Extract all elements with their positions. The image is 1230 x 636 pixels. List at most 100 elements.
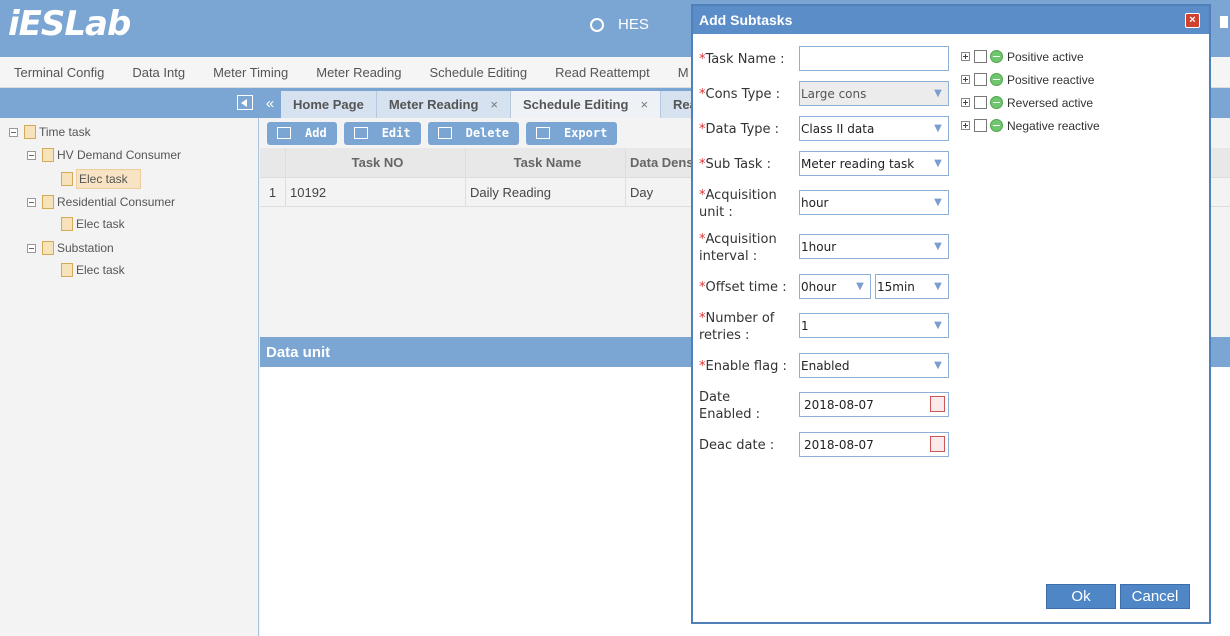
chevron-down-icon[interactable]: ▼ xyxy=(929,83,947,104)
enable-flag-label: *Enable flag : xyxy=(699,359,787,374)
data-type-select[interactable]: Class II data ▼ xyxy=(799,116,949,141)
globe-icon xyxy=(590,17,604,32)
folder-icon xyxy=(24,125,36,139)
enable-flag-row: *Enable flag : xyxy=(699,358,799,375)
acq-unit-label: *Acquisition unit : xyxy=(699,188,777,220)
checkbox[interactable] xyxy=(974,96,987,109)
retries-select[interactable]: 1 ▼ xyxy=(799,313,949,338)
add-button[interactable]: Add xyxy=(267,121,337,145)
collapse-icon[interactable] xyxy=(27,150,36,160)
delete-button[interactable]: Delete xyxy=(427,121,519,145)
column-data-density[interactable]: Data Dens xyxy=(626,148,696,177)
menu-terminal-config[interactable]: Terminal Config xyxy=(14,65,104,80)
column-task-no[interactable]: Task NO xyxy=(286,148,466,177)
offset-hour-select[interactable]: 0hour ▼ xyxy=(799,274,871,299)
menu-schedule-editing[interactable]: Schedule Editing xyxy=(430,65,528,80)
checkbox[interactable] xyxy=(974,119,987,132)
tab-meter-reading[interactable]: Meter Reading × xyxy=(376,91,511,118)
tree-group-residential[interactable]: Residential Consumer xyxy=(27,195,175,209)
acq-unit-select[interactable]: hour ▼ xyxy=(799,190,949,215)
checkbox[interactable] xyxy=(974,50,987,63)
expand-icon[interactable] xyxy=(961,121,970,130)
close-tab-icon[interactable]: × xyxy=(490,97,498,112)
dialog-title-bar: Add Subtasks × xyxy=(693,6,1209,34)
menu-meter-reading[interactable]: Meter Reading xyxy=(316,65,401,80)
calendar-icon[interactable] xyxy=(930,396,945,412)
chevron-down-icon[interactable]: ▼ xyxy=(929,192,947,213)
offset-min-select[interactable]: 15min ▼ xyxy=(875,274,949,299)
acq-interval-select[interactable]: 1hour ▼ xyxy=(799,234,949,259)
data-type-row: *Data Type : xyxy=(699,121,799,138)
export-icon xyxy=(535,127,550,139)
tree-item-elec-task[interactable]: Elec task xyxy=(61,217,125,231)
calendar-icon[interactable] xyxy=(930,436,945,452)
dialog-title: Add Subtasks xyxy=(699,12,793,28)
menu-meter-timing[interactable]: Meter Timing xyxy=(213,65,288,80)
edit-icon xyxy=(353,127,368,139)
date-enabled-row: Date Enabled : xyxy=(699,389,799,423)
tree-root[interactable]: Time task xyxy=(9,125,91,139)
folder-icon xyxy=(42,195,54,209)
tree-item-elec-task[interactable]: Elec task xyxy=(61,263,125,277)
status-dot-icon xyxy=(990,119,1003,132)
tree-group-hv-demand[interactable]: HV Demand Consumer xyxy=(27,148,181,162)
collapse-icon[interactable] xyxy=(9,127,18,137)
acq-interval-label: *Acquisition interval : xyxy=(699,232,777,264)
tab-scroll-left-icon[interactable]: « xyxy=(259,88,281,118)
chevron-down-icon[interactable]: ▼ xyxy=(929,355,947,376)
chevron-down-icon[interactable]: ▼ xyxy=(929,118,947,139)
date-enabled-input[interactable]: 2018-08-07 xyxy=(799,392,949,417)
chevron-down-icon[interactable]: ▼ xyxy=(929,153,947,174)
expand-icon[interactable] xyxy=(961,75,970,84)
app-logo: iESLab xyxy=(8,4,131,44)
menu-data-intg[interactable]: Data Intg xyxy=(132,65,185,80)
add-subtasks-dialog: Add Subtasks × *Task Name : *Cons Type :… xyxy=(691,4,1211,624)
cons-type-row: *Cons Type : xyxy=(699,86,799,103)
collapse-panel-icon[interactable] xyxy=(237,95,253,110)
expand-icon[interactable] xyxy=(961,52,970,61)
offset-time-label: *Offset time : xyxy=(699,280,787,295)
sub-task-select[interactable]: Meter reading task ▼ xyxy=(799,151,949,176)
expand-icon[interactable] xyxy=(961,98,970,107)
header-right-icon[interactable] xyxy=(1220,16,1228,28)
cons-type-select[interactable]: Large cons ▼ xyxy=(799,81,949,106)
deac-date-row: Deac date : xyxy=(699,437,799,454)
column-task-name[interactable]: Task Name xyxy=(466,148,626,177)
data-item-positive-active[interactable]: Positive active xyxy=(961,45,1100,68)
export-button[interactable]: Export xyxy=(525,121,618,145)
task-icon xyxy=(61,172,73,186)
data-item-negative-reactive[interactable]: Negative reactive xyxy=(961,114,1100,137)
menu-read-reattempt[interactable]: Read Reattempt xyxy=(555,65,650,80)
system-indicator[interactable]: HES xyxy=(590,16,649,33)
tab-schedule-editing[interactable]: Schedule Editing × xyxy=(510,91,662,118)
ok-button[interactable]: Ok xyxy=(1046,584,1116,609)
close-icon[interactable]: × xyxy=(1185,13,1200,28)
collapse-icon[interactable] xyxy=(27,197,36,207)
folder-icon xyxy=(42,148,54,162)
enable-flag-select[interactable]: Enabled ▼ xyxy=(799,353,949,378)
sub-task-row: *Sub Task : xyxy=(699,156,799,173)
data-item-tree: Positive active Positive reactive Revers… xyxy=(961,45,1100,137)
cancel-button[interactable]: Cancel xyxy=(1120,584,1190,609)
data-item-reversed-active[interactable]: Reversed active xyxy=(961,91,1100,114)
task-tree: Time task HV Demand Consumer Elec task R… xyxy=(0,118,259,636)
tree-group-substation[interactable]: Substation xyxy=(27,241,114,255)
tab-home-page[interactable]: Home Page xyxy=(281,91,377,118)
chevron-down-icon[interactable]: ▼ xyxy=(851,276,869,297)
chevron-down-icon[interactable]: ▼ xyxy=(929,236,947,257)
data-item-positive-reactive[interactable]: Positive reactive xyxy=(961,68,1100,91)
data-type-label: *Data Type : xyxy=(699,122,780,137)
collapse-icon[interactable] xyxy=(27,243,36,253)
task-name-input[interactable] xyxy=(799,46,949,71)
deac-date-input[interactable]: 2018-08-07 xyxy=(799,432,949,457)
chevron-down-icon[interactable]: ▼ xyxy=(929,315,947,336)
cons-type-label: *Cons Type : xyxy=(699,87,781,102)
tree-item-elec-task[interactable]: Elec task xyxy=(61,169,141,189)
edit-button[interactable]: Edit xyxy=(343,121,421,145)
status-dot-icon xyxy=(990,73,1003,86)
menu-more[interactable]: M xyxy=(678,65,689,80)
checkbox[interactable] xyxy=(974,73,987,86)
chevron-down-icon[interactable]: ▼ xyxy=(929,276,947,297)
close-tab-icon[interactable]: × xyxy=(640,97,648,112)
delete-icon xyxy=(437,127,452,139)
